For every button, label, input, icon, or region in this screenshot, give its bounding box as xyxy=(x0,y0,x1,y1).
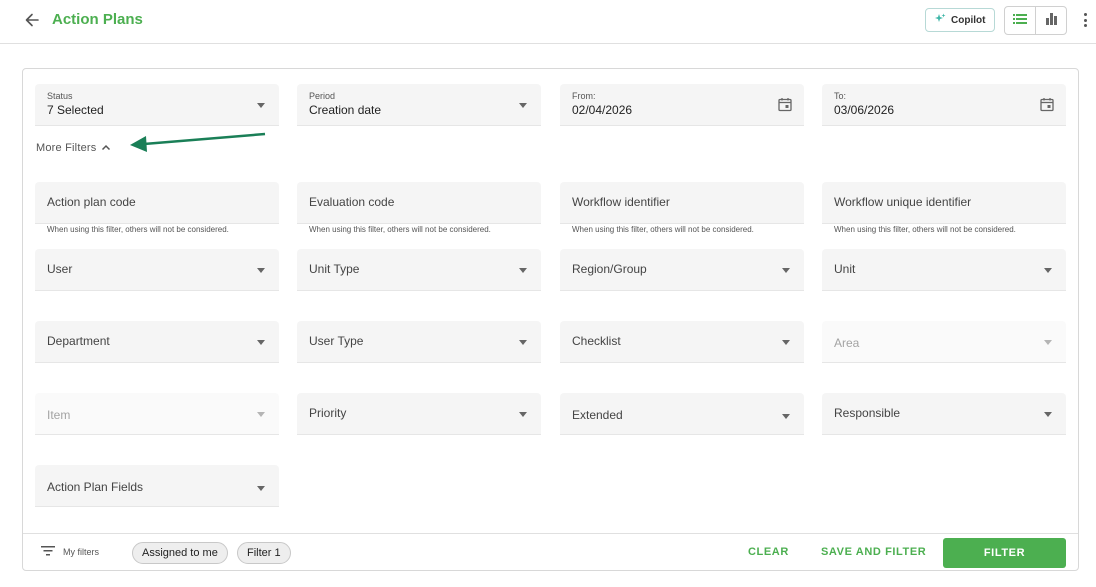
chevron-down-icon xyxy=(519,103,527,108)
from-label: From: xyxy=(572,91,596,101)
sparkle-icon xyxy=(934,13,946,28)
action-plan-fields-select[interactable]: Action Plan Fields xyxy=(35,465,279,507)
action-plan-code-placeholder: Action plan code xyxy=(47,195,136,209)
unit-label: Unit xyxy=(834,262,856,276)
user-type-label: User Type xyxy=(309,334,364,348)
item-select: Item xyxy=(35,393,279,435)
priority-label: Priority xyxy=(309,406,347,420)
bar-chart-icon xyxy=(1045,12,1058,30)
filter-button[interactable]: FILTER xyxy=(943,538,1066,568)
page-title: Action Plans xyxy=(52,11,143,28)
list-view-button[interactable] xyxy=(1005,7,1035,34)
clear-button[interactable]: CLEAR xyxy=(748,546,789,558)
saved-filter-chip[interactable]: Assigned to me xyxy=(132,542,228,564)
more-filters-label: More Filters xyxy=(36,142,97,154)
saved-filter-chip[interactable]: Filter 1 xyxy=(237,542,291,564)
chevron-down-icon xyxy=(1044,412,1052,417)
view-toggle xyxy=(1004,6,1067,35)
chevron-down-icon xyxy=(257,486,265,491)
chevron-down-icon xyxy=(257,268,265,273)
annotation-arrow-icon xyxy=(128,131,268,162)
checklist-label: Checklist xyxy=(572,334,621,348)
unit-select[interactable]: Unit xyxy=(822,249,1066,291)
filter-hint: When using this filter, others will not … xyxy=(572,225,754,234)
workflow-identifier-placeholder: Workflow identifier xyxy=(572,195,670,209)
save-and-filter-button[interactable]: SAVE AND FILTER xyxy=(821,546,926,558)
from-date-field[interactable]: From: 02/04/2026 xyxy=(560,84,804,126)
status-select[interactable]: Status 7 Selected xyxy=(35,84,279,126)
chevron-down-icon xyxy=(257,103,265,108)
user-label: User xyxy=(47,262,73,276)
copilot-label: Copilot xyxy=(951,14,986,26)
checklist-select[interactable]: Checklist xyxy=(560,321,804,363)
to-value: 03/06/2026 xyxy=(834,103,895,117)
chevron-down-icon xyxy=(519,340,527,345)
period-value: Creation date xyxy=(309,103,382,117)
filter-hint: When using this filter, others will not … xyxy=(834,225,1016,234)
responsible-label: Responsible xyxy=(834,406,901,420)
period-label: Period xyxy=(309,91,336,101)
evaluation-code-input[interactable]: Evaluation code xyxy=(297,182,541,224)
extended-select[interactable]: Extended xyxy=(560,393,804,435)
filter-hint: When using this filter, others will not … xyxy=(309,225,491,234)
chevron-down-icon xyxy=(782,414,790,419)
to-date-field[interactable]: To: 03/06/2026 xyxy=(822,84,1066,126)
chart-view-button[interactable] xyxy=(1035,7,1066,34)
chevron-down-icon xyxy=(257,340,265,345)
list-icon xyxy=(1013,12,1028,30)
region-group-label: Region/Group xyxy=(572,262,647,276)
chevron-down-icon xyxy=(1044,340,1052,345)
department-select[interactable]: Department xyxy=(35,321,279,363)
area-label: Area xyxy=(834,336,860,350)
region-group-select[interactable]: Region/Group xyxy=(560,249,804,291)
to-label: To: xyxy=(834,91,847,101)
calendar-icon[interactable] xyxy=(1040,97,1054,117)
department-label: Department xyxy=(47,334,110,348)
chevron-down-icon xyxy=(257,412,265,417)
my-filters-label: My filters xyxy=(63,547,99,557)
chevron-up-icon xyxy=(101,142,111,154)
workflow-unique-identifier-input[interactable]: Workflow unique identifier xyxy=(822,182,1066,224)
unit-type-label: Unit Type xyxy=(309,262,360,276)
period-select[interactable]: Period Creation date xyxy=(297,84,541,126)
extended-label: Extended xyxy=(572,408,623,422)
filter-list-icon xyxy=(41,546,55,558)
calendar-icon[interactable] xyxy=(778,97,792,117)
copilot-button[interactable]: Copilot xyxy=(925,8,995,32)
chevron-down-icon xyxy=(519,412,527,417)
chevron-down-icon xyxy=(519,268,527,273)
more-options-icon[interactable] xyxy=(1080,11,1090,29)
chevron-down-icon xyxy=(782,268,790,273)
chevron-down-icon xyxy=(782,340,790,345)
top-bar: Action Plans Copilot xyxy=(0,0,1096,44)
workflow-unique-identifier-placeholder: Workflow unique identifier xyxy=(834,195,972,209)
back-arrow-icon[interactable] xyxy=(22,10,42,30)
from-value: 02/04/2026 xyxy=(572,103,633,117)
unit-type-select[interactable]: Unit Type xyxy=(297,249,541,291)
more-filters-toggle[interactable]: More Filters xyxy=(36,142,111,154)
priority-select[interactable]: Priority xyxy=(297,393,541,435)
area-select: Area xyxy=(822,321,1066,363)
responsible-select[interactable]: Responsible xyxy=(822,393,1066,435)
status-label: Status xyxy=(47,91,73,101)
filter-panel: Status 7 Selected Period Creation date F… xyxy=(22,68,1079,571)
filter-footer: My filters Assigned to me Filter 1 CLEAR… xyxy=(23,533,1078,571)
action-plan-fields-label: Action Plan Fields xyxy=(47,480,144,494)
my-filters-button[interactable]: My filters xyxy=(41,546,99,558)
user-type-select[interactable]: User Type xyxy=(297,321,541,363)
chevron-down-icon xyxy=(1044,268,1052,273)
workflow-identifier-input[interactable]: Workflow identifier xyxy=(560,182,804,224)
evaluation-code-placeholder: Evaluation code xyxy=(309,195,395,209)
status-value: 7 Selected xyxy=(47,103,104,117)
user-select[interactable]: User xyxy=(35,249,279,291)
filter-hint: When using this filter, others will not … xyxy=(47,225,229,234)
action-plan-code-input[interactable]: Action plan code xyxy=(35,182,279,224)
item-label: Item xyxy=(47,408,71,422)
